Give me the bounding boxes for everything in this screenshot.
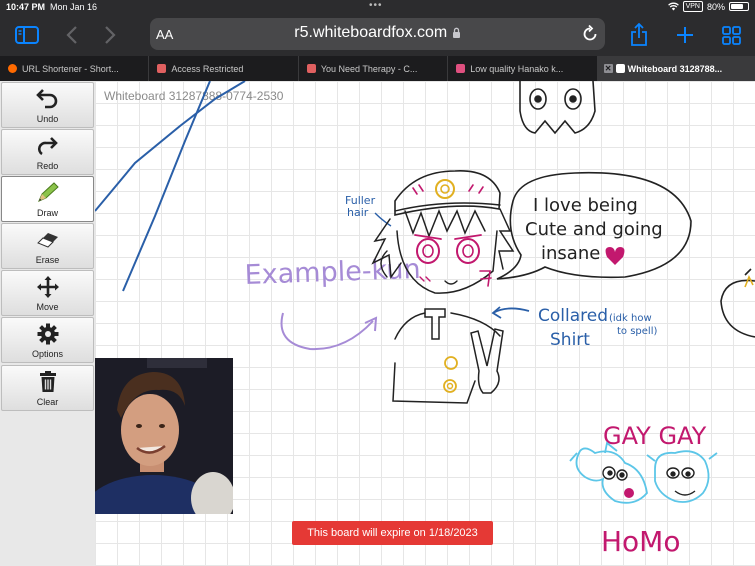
trash-icon	[2, 370, 93, 394]
tab-whiteboard[interactable]: ✕ Whiteboard 3128788...	[597, 56, 755, 81]
tab-overview-icon[interactable]	[720, 14, 742, 56]
redo-button[interactable]: Redo	[1, 129, 94, 175]
clear-button[interactable]: Clear	[1, 365, 94, 411]
tab-title: You Need Therapy - C...	[320, 63, 418, 74]
heart-doodle	[605, 247, 625, 265]
expiration-notice: This board will expire on 1/18/2023	[292, 521, 493, 545]
homo-text: HoMo	[601, 525, 680, 558]
svg-text:I love being: I love being	[533, 195, 638, 216]
gay-gay-text: GAY GAY	[603, 422, 707, 450]
redo-icon	[2, 134, 93, 158]
forward-arrow-icon[interactable]	[100, 14, 120, 56]
webcam-person-image	[95, 358, 233, 514]
svg-text:to spell): to spell)	[617, 326, 657, 337]
character-drawing	[371, 170, 515, 404]
eraser-icon	[2, 228, 93, 252]
svg-text:Collared: Collared	[538, 306, 608, 326]
status-bar: 10:47 PM Mon Jan 16 ••• VPN 80%	[0, 0, 755, 14]
blue-line-strokes	[95, 81, 246, 292]
battery-percent: 80%	[706, 1, 725, 12]
reload-icon[interactable]	[581, 24, 599, 48]
svg-text:Cute and going: Cute and going	[525, 219, 663, 240]
shortener-favicon-icon	[8, 64, 17, 73]
purple-arrow	[280, 312, 374, 351]
svg-text:hair: hair	[347, 206, 369, 219]
tool-panel: Undo Redo Draw Erase Move Options Clear	[0, 81, 95, 566]
cyan-mice-doodle	[569, 441, 718, 504]
robot-favicon-icon	[157, 64, 167, 73]
tab-access-restricted[interactable]: Access Restricted	[149, 56, 299, 81]
close-tab-icon[interactable]: ✕	[603, 64, 613, 73]
tab-title: URL Shortener - Short...	[22, 63, 119, 74]
draw-button[interactable]: Draw	[1, 176, 94, 222]
erase-button[interactable]: Erase	[1, 223, 94, 269]
svg-text:(idk how: (idk how	[609, 313, 652, 324]
tab-bar: URL Shortener - Short... Access Restrict…	[0, 56, 755, 81]
robot-favicon-icon	[306, 64, 316, 73]
svg-text:insane: insane	[541, 243, 600, 264]
tab-title: Whiteboard 3128788...	[627, 63, 723, 74]
heart-favicon-icon	[456, 64, 466, 73]
pencil-icon	[2, 181, 93, 205]
tab-url-shortener[interactable]: URL Shortener - Short...	[0, 56, 150, 81]
move-button[interactable]: Move	[1, 270, 94, 316]
gear-icon	[2, 322, 93, 346]
tab-title: Access Restricted	[171, 63, 244, 74]
vpn-badge: VPN	[682, 1, 703, 12]
tab-you-need-therapy[interactable]: You Need Therapy - C...	[299, 56, 449, 81]
undo-button[interactable]: Undo	[1, 82, 94, 128]
tab-title: Low quality Hanako k...	[470, 63, 564, 74]
options-button[interactable]: Options	[1, 317, 94, 363]
multitasking-dots-icon[interactable]: •••	[369, 0, 383, 11]
sidebar-toggle-icon[interactable]	[14, 14, 40, 56]
url-text[interactable]: r5.whiteboardfox.com	[150, 24, 605, 42]
lock-icon	[452, 27, 460, 38]
share-icon[interactable]	[628, 14, 650, 56]
browser-toolbar: AA r5.whiteboardfox.com	[0, 14, 755, 56]
undo-icon	[2, 87, 93, 111]
whiteboard-favicon-icon	[615, 64, 625, 73]
tab-hanako[interactable]: Low quality Hanako k...	[448, 56, 598, 81]
clock: 10:47 PM	[6, 2, 46, 12]
svg-text:Shirt: Shirt	[550, 330, 590, 350]
move-icon	[2, 275, 93, 299]
top-figure-doodle	[519, 81, 596, 135]
webcam-video-overlay[interactable]	[95, 358, 233, 514]
wifi-icon	[667, 2, 679, 11]
battery-icon	[729, 2, 749, 11]
date: Mon Jan 16	[50, 2, 98, 12]
new-tab-plus-icon[interactable]	[674, 14, 696, 56]
address-bar[interactable]: AA r5.whiteboardfox.com	[150, 18, 605, 50]
back-arrow-icon[interactable]	[62, 14, 82, 56]
